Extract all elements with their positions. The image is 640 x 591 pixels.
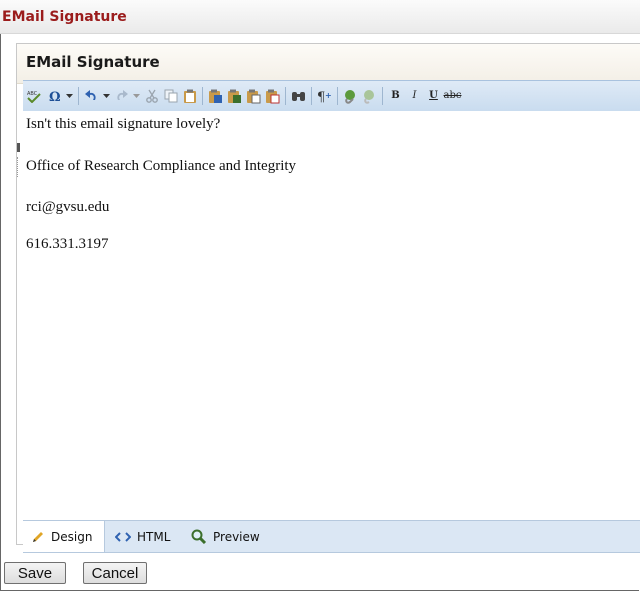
bold-button[interactable]: B [387, 88, 404, 105]
resize-guide [17, 157, 21, 177]
strikethrough-button[interactable]: abc [443, 88, 462, 105]
italic-button[interactable]: I [406, 88, 423, 105]
paste-html-icon[interactable] [264, 88, 281, 105]
toolbar-separator [78, 87, 79, 105]
chevron-down-icon[interactable] [65, 88, 74, 105]
tab-html-label: HTML [137, 529, 171, 544]
cut-icon[interactable] [143, 88, 160, 105]
editor-mode-bar: Design HTML Preview [23, 520, 640, 553]
strikethrough-label: abc [443, 90, 462, 101]
signature-line: Isn't this email signature lovely? [26, 116, 221, 132]
code-icon [115, 531, 131, 543]
editor-toolbar: ABC Ω ¶ + B I U abc [23, 80, 640, 112]
save-button[interactable]: Save [4, 562, 66, 584]
svg-text:Ω: Ω [49, 90, 61, 103]
signature-line: 616.331.3197 [26, 236, 109, 252]
svg-text:ABC: ABC [27, 91, 38, 97]
paste-plain-text-icon[interactable] [226, 88, 243, 105]
find-icon[interactable] [290, 88, 307, 105]
paste-icon[interactable] [181, 88, 198, 105]
chevron-down-icon[interactable] [102, 88, 111, 105]
copy-icon[interactable] [162, 88, 179, 105]
redo-icon[interactable] [113, 88, 130, 105]
signature-line: Office of Research Compliance and Integr… [26, 158, 297, 174]
signature-editor[interactable]: Isn't this email signature lovely? Offic… [23, 111, 640, 520]
pencil-icon [31, 530, 45, 544]
window-title: EMail Signature [2, 9, 127, 25]
underline-button[interactable]: U [425, 88, 442, 105]
cancel-button[interactable]: Cancel [83, 562, 147, 584]
tab-preview[interactable]: Preview [191, 521, 260, 552]
bold-label: B [391, 90, 400, 101]
title-bar: EMail Signature [0, 0, 640, 34]
magnifier-icon [191, 529, 207, 544]
undo-icon[interactable] [83, 88, 100, 105]
link-icon[interactable] [342, 88, 359, 105]
unlink-icon[interactable] [361, 88, 378, 105]
tab-html[interactable]: HTML [115, 521, 170, 552]
special-characters-icon[interactable]: Ω [46, 88, 63, 105]
panel-header: EMail Signature [17, 44, 640, 84]
tab-design-label: Design [51, 529, 93, 544]
signature-line: rci@gvsu.edu [26, 199, 110, 215]
panel-title: EMail Signature [26, 53, 160, 71]
paste-as-html-icon[interactable] [245, 88, 262, 105]
toolbar-separator [285, 87, 286, 105]
tab-design[interactable]: Design [23, 521, 105, 552]
tab-preview-label: Preview [213, 529, 260, 544]
spell-check-icon[interactable]: ABC [24, 88, 44, 105]
paste-from-word-icon[interactable] [207, 88, 224, 105]
underline-label: U [429, 90, 438, 101]
italic-label: I [412, 90, 417, 101]
toolbar-separator [337, 87, 338, 105]
toolbar-separator [202, 87, 203, 105]
resize-handle[interactable] [17, 143, 20, 152]
toolbar-separator [311, 87, 312, 105]
svg-text:+: + [325, 91, 332, 100]
toolbar-separator [382, 87, 383, 105]
formatting-marks-icon[interactable]: ¶ + [316, 88, 333, 105]
chevron-down-icon[interactable] [132, 88, 141, 105]
